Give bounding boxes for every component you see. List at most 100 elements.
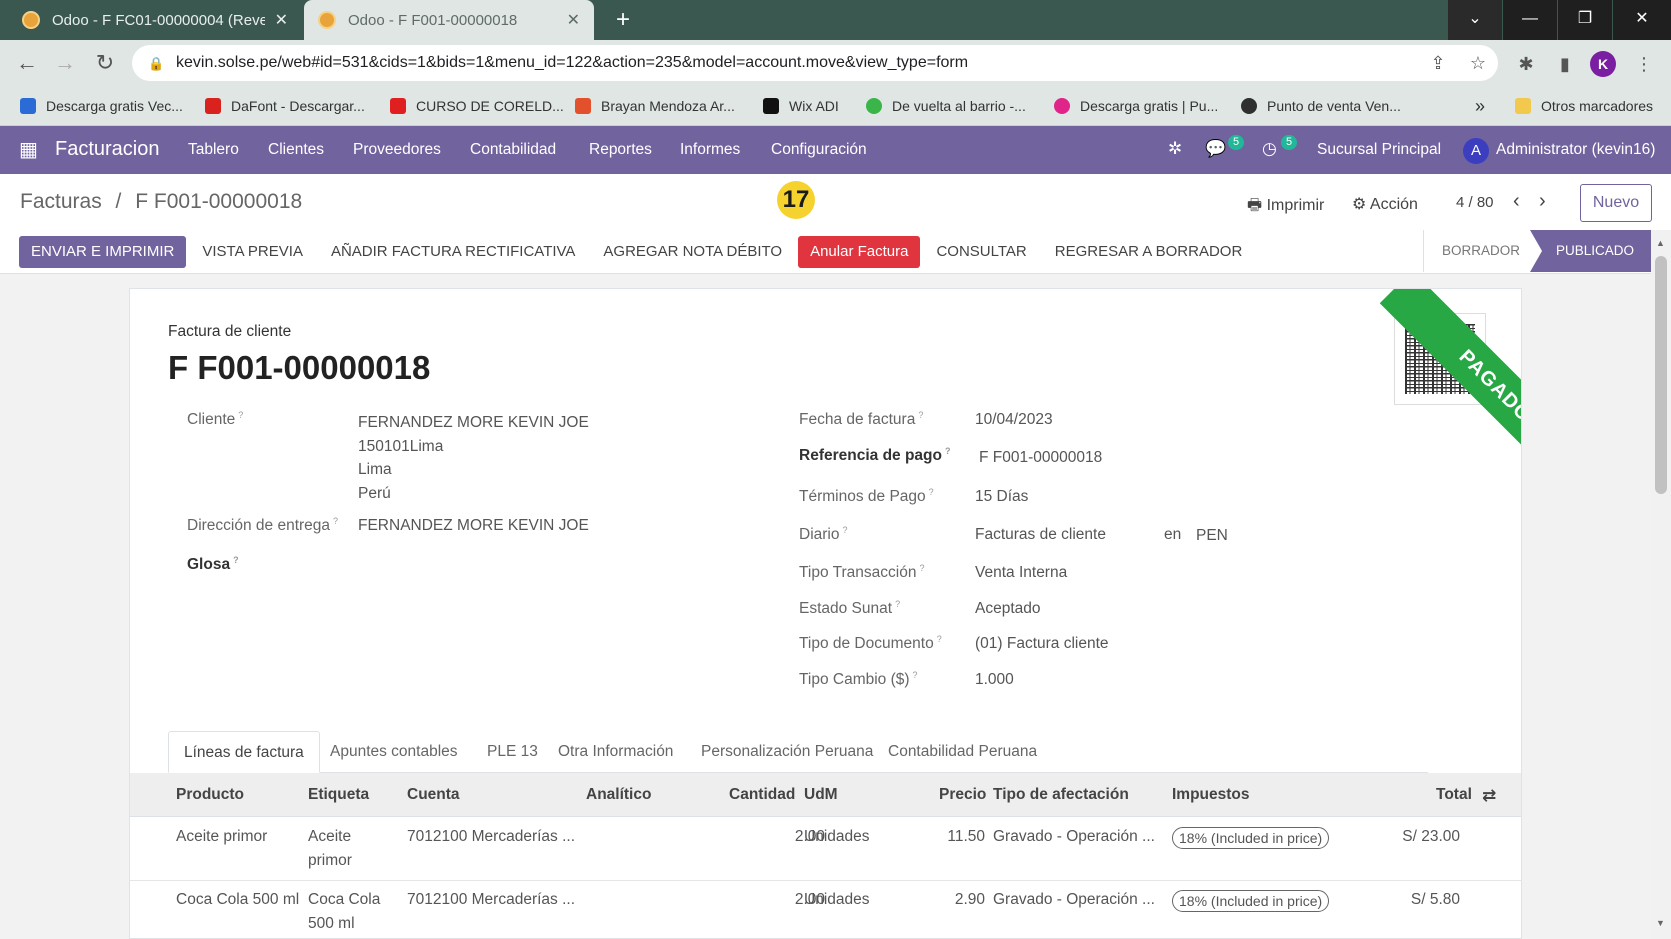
menu-contabilidad[interactable]: Contabilidad [470, 141, 556, 159]
debug-bug-icon[interactable]: ✲ [1168, 139, 1182, 159]
bookmark-item[interactable]: DaFont - Descargar... [205, 86, 365, 126]
profile-avatar[interactable]: K [1590, 51, 1616, 77]
address-bar[interactable]: 🔒 kevin.solse.pe/web#id=531&cids=1&bids=… [132, 45, 1498, 81]
bookmark-item[interactable]: CURSO DE CORELD... [390, 86, 564, 126]
menu-informes[interactable]: Informes [680, 141, 740, 159]
close-tab-icon[interactable]: ✕ [275, 10, 288, 30]
col-affectation[interactable]: Tipo de afectación [993, 786, 1129, 804]
col-price[interactable]: Precio [939, 786, 986, 804]
pager-previous-icon[interactable]: ‹ [1513, 190, 1520, 213]
branch-switcher[interactable]: Sucursal Principal [1317, 141, 1441, 159]
document-type-field[interactable]: (01) Factura cliente [975, 635, 1109, 653]
tab-ple-13[interactable]: PLE 13 [472, 731, 553, 773]
minimize-window-button[interactable]: — [1503, 0, 1557, 40]
scrollbar-thumb[interactable] [1655, 256, 1667, 494]
payment-terms-field[interactable]: 15 Días [975, 488, 1028, 506]
table-row[interactable]: Aceite primor Aceite primor 7012100 Merca… [130, 817, 1521, 881]
app-name[interactable]: Facturacion [55, 138, 160, 161]
browser-menu-icon[interactable]: ⋮ [1630, 50, 1658, 78]
scroll-down-icon[interactable]: ▼ [1656, 918, 1665, 928]
bookmark-item[interactable]: Brayan Mendoza Ar... [575, 86, 735, 126]
tab-search-icon[interactable]: ⌄ [1448, 0, 1502, 40]
action-dropdown[interactable]: ⚙ Acción [1352, 194, 1418, 214]
close-window-button[interactable]: ✕ [1613, 0, 1671, 40]
share-icon[interactable]: ⇪ [1418, 53, 1458, 74]
payment-reference-field[interactable]: F F001-00000018 [979, 449, 1102, 467]
scroll-up-icon[interactable]: ▲ [1656, 238, 1665, 248]
cancel-invoice-button[interactable]: Anular Factura [798, 236, 921, 268]
breadcrumb-parent[interactable]: Facturas [20, 190, 102, 213]
browser-tab-2[interactable]: Odoo - F F001-00000018 ✕ [304, 0, 594, 40]
tab-journal-items[interactable]: Apuntes contables [315, 731, 473, 773]
reset-to-draft-button[interactable]: REGRESAR A BORRADOR [1043, 236, 1255, 268]
preview-button[interactable]: VISTA PREVIA [190, 236, 315, 268]
optional-columns-icon[interactable]: ⇄ [1482, 786, 1496, 806]
add-debit-note-button[interactable]: AGREGAR NOTA DÉBITO [591, 236, 794, 268]
col-product[interactable]: Producto [176, 786, 244, 804]
bookmark-item[interactable]: De vuelta al barrio -... [866, 86, 1026, 126]
bookmark-item[interactable]: Descarga gratis Vec... [20, 86, 183, 126]
new-button[interactable]: Nuevo [1580, 184, 1652, 222]
browser-tab-1[interactable]: Odoo - F FC01-00000004 (Revers ✕ [8, 0, 302, 40]
customer-field[interactable]: FERNANDEZ MORE KEVIN JOE 150101Lima Lima… [358, 411, 589, 505]
tax-tag: 18% (Included in price) [1172, 827, 1330, 849]
menu-clientes[interactable]: Clientes [268, 141, 324, 159]
invoice-date-field[interactable]: 10/04/2023 [975, 411, 1053, 429]
extensions-puzzle-icon[interactable]: ✱ [1512, 50, 1540, 78]
pager-value[interactable]: 4 / 80 [1456, 194, 1494, 211]
transaction-type-field[interactable]: Venta Interna [975, 564, 1067, 582]
consult-button[interactable]: CONSULTAR [924, 236, 1038, 268]
tab-peruvian-accounting[interactable]: Contabilidad Peruana [873, 731, 1052, 773]
tab-peruvian-customization[interactable]: Personalización Peruana [686, 731, 888, 773]
col-taxes[interactable]: Impuestos [1172, 786, 1250, 804]
col-total[interactable]: Total [1436, 786, 1472, 804]
messages-chat-icon[interactable]: 💬 [1205, 139, 1226, 159]
back-arrow-icon[interactable]: ← [12, 48, 42, 78]
other-bookmarks-folder[interactable]: Otros marcadores [1515, 86, 1653, 126]
col-analytic[interactable]: Analítico [586, 786, 651, 804]
journal-field[interactable]: Facturas de cliente [975, 526, 1106, 544]
youtube-icon [390, 98, 406, 114]
col-label[interactable]: Etiqueta [308, 786, 369, 804]
bookmark-item[interactable]: Descarga gratis | Pu... [1054, 86, 1218, 126]
more-bookmarks-button[interactable]: » [1475, 86, 1485, 126]
col-account[interactable]: Cuenta [407, 786, 460, 804]
bookmark-favicon-icon [1241, 98, 1257, 114]
user-menu[interactable]: Administrator (kevin16) [1496, 141, 1655, 159]
apps-grid-icon[interactable]: ▦ [19, 140, 39, 160]
new-tab-button[interactable]: + [608, 5, 638, 35]
status-draft[interactable]: BORRADOR [1424, 230, 1538, 272]
menu-configuracion[interactable]: Configuración [771, 141, 867, 159]
currency-field[interactable]: PEN [1196, 527, 1228, 545]
tab-other-info[interactable]: Otra Información [543, 731, 688, 773]
send-print-button[interactable]: ENVIAR E IMPRIMIR [19, 236, 187, 268]
add-credit-note-button[interactable]: AÑADIR FACTURA RECTIFICATIVA [319, 236, 587, 268]
browser-tab-title: Odoo - F FC01-00000004 (Revers [52, 11, 265, 29]
url-text[interactable]: kevin.solse.pe/web#id=531&cids=1&bids=1&… [176, 54, 1418, 72]
tab-invoice-lines[interactable]: Líneas de factura [168, 731, 320, 773]
reload-icon[interactable]: ↻ [90, 48, 120, 78]
side-panel-icon[interactable]: ▮ [1551, 50, 1579, 78]
delivery-address-field[interactable]: FERNANDEZ MORE KEVIN JOE [358, 517, 589, 535]
bookmark-item[interactable]: Punto de venta Ven... [1241, 86, 1401, 126]
table-row[interactable]: Coca Cola 500 ml Coca Cola 500 ml 7012100… [130, 881, 1521, 938]
pager-next-icon[interactable]: › [1539, 190, 1546, 213]
print-dropdown[interactable]: 🖶 Imprimir [1247, 194, 1324, 221]
user-avatar[interactable]: A [1463, 138, 1489, 164]
lock-icon: 🔒 [148, 56, 165, 71]
menu-proveedores[interactable]: Proveedores [353, 141, 441, 159]
cell-total: S/ 23.00 [1402, 828, 1460, 845]
bookmark-star-icon[interactable]: ☆ [1458, 53, 1498, 74]
sunat-state-field: Aceptado [975, 600, 1041, 617]
menu-tablero[interactable]: Tablero [188, 141, 239, 159]
exchange-rate-field[interactable]: 1.000 [975, 671, 1014, 689]
col-uom[interactable]: UdM [804, 786, 838, 804]
bookmark-item[interactable]: Wix ADI [763, 86, 839, 126]
page-scrollbar[interactable]: ▲ ▼ [1651, 230, 1671, 939]
close-tab-icon[interactable]: ✕ [567, 10, 580, 30]
activities-clock-icon[interactable]: ◷ [1262, 139, 1277, 159]
col-quantity[interactable]: Cantidad [729, 786, 795, 804]
restore-window-button[interactable]: ❐ [1558, 0, 1612, 40]
menu-reportes[interactable]: Reportes [589, 141, 652, 159]
forward-arrow-icon[interactable]: → [50, 48, 80, 78]
